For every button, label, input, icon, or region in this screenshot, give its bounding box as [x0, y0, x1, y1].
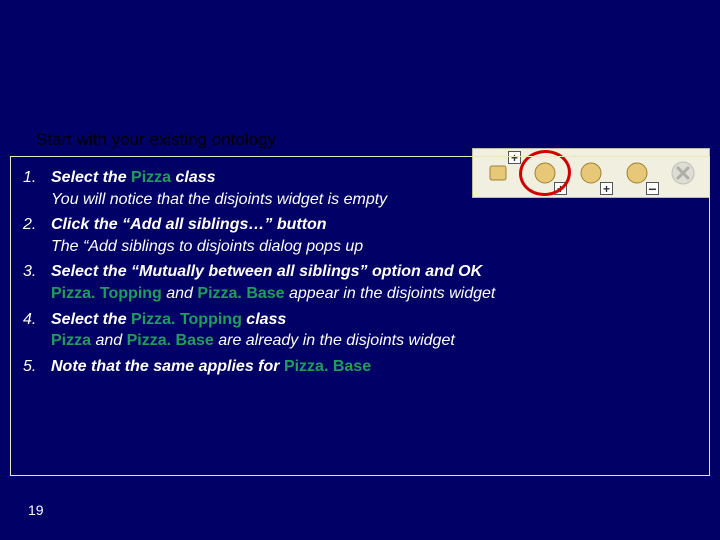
page-number: 19	[28, 502, 44, 518]
step-line2: The “Add siblings to disjoints dialog po…	[51, 238, 363, 255]
steps-list: Select the Pizza class You will notice t…	[23, 167, 697, 377]
step-line1: Select the “Mutually between all sibling…	[51, 263, 482, 280]
step-item: Select the Pizza. Topping class Pizza an…	[23, 309, 697, 352]
lead-text: Start with your existing ontology	[36, 130, 276, 150]
step-line2: Pizza. Topping and Pizza. Base appear in…	[51, 285, 495, 302]
step-item: Click the “Add all siblings…” button The…	[23, 214, 697, 257]
step-line1: Click the “Add all siblings…” button	[51, 216, 327, 233]
step-line2: Pizza and Pizza. Base are already in the…	[51, 332, 455, 349]
step-line2: You will notice that the disjoints widge…	[51, 191, 387, 208]
slide: Start with your existing ontology + + +	[0, 0, 720, 540]
step-line1: Select the Pizza. Topping class	[51, 311, 286, 328]
step-item: Select the Pizza class You will notice t…	[23, 167, 697, 210]
step-line1: Select the Pizza class	[51, 169, 216, 186]
step-item: Note that the same applies for Pizza. Ba…	[23, 356, 697, 378]
step-line1: Note that the same applies for Pizza. Ba…	[51, 358, 371, 375]
steps-box: Select the Pizza class You will notice t…	[10, 156, 710, 476]
step-item: Select the “Mutually between all sibling…	[23, 261, 697, 304]
